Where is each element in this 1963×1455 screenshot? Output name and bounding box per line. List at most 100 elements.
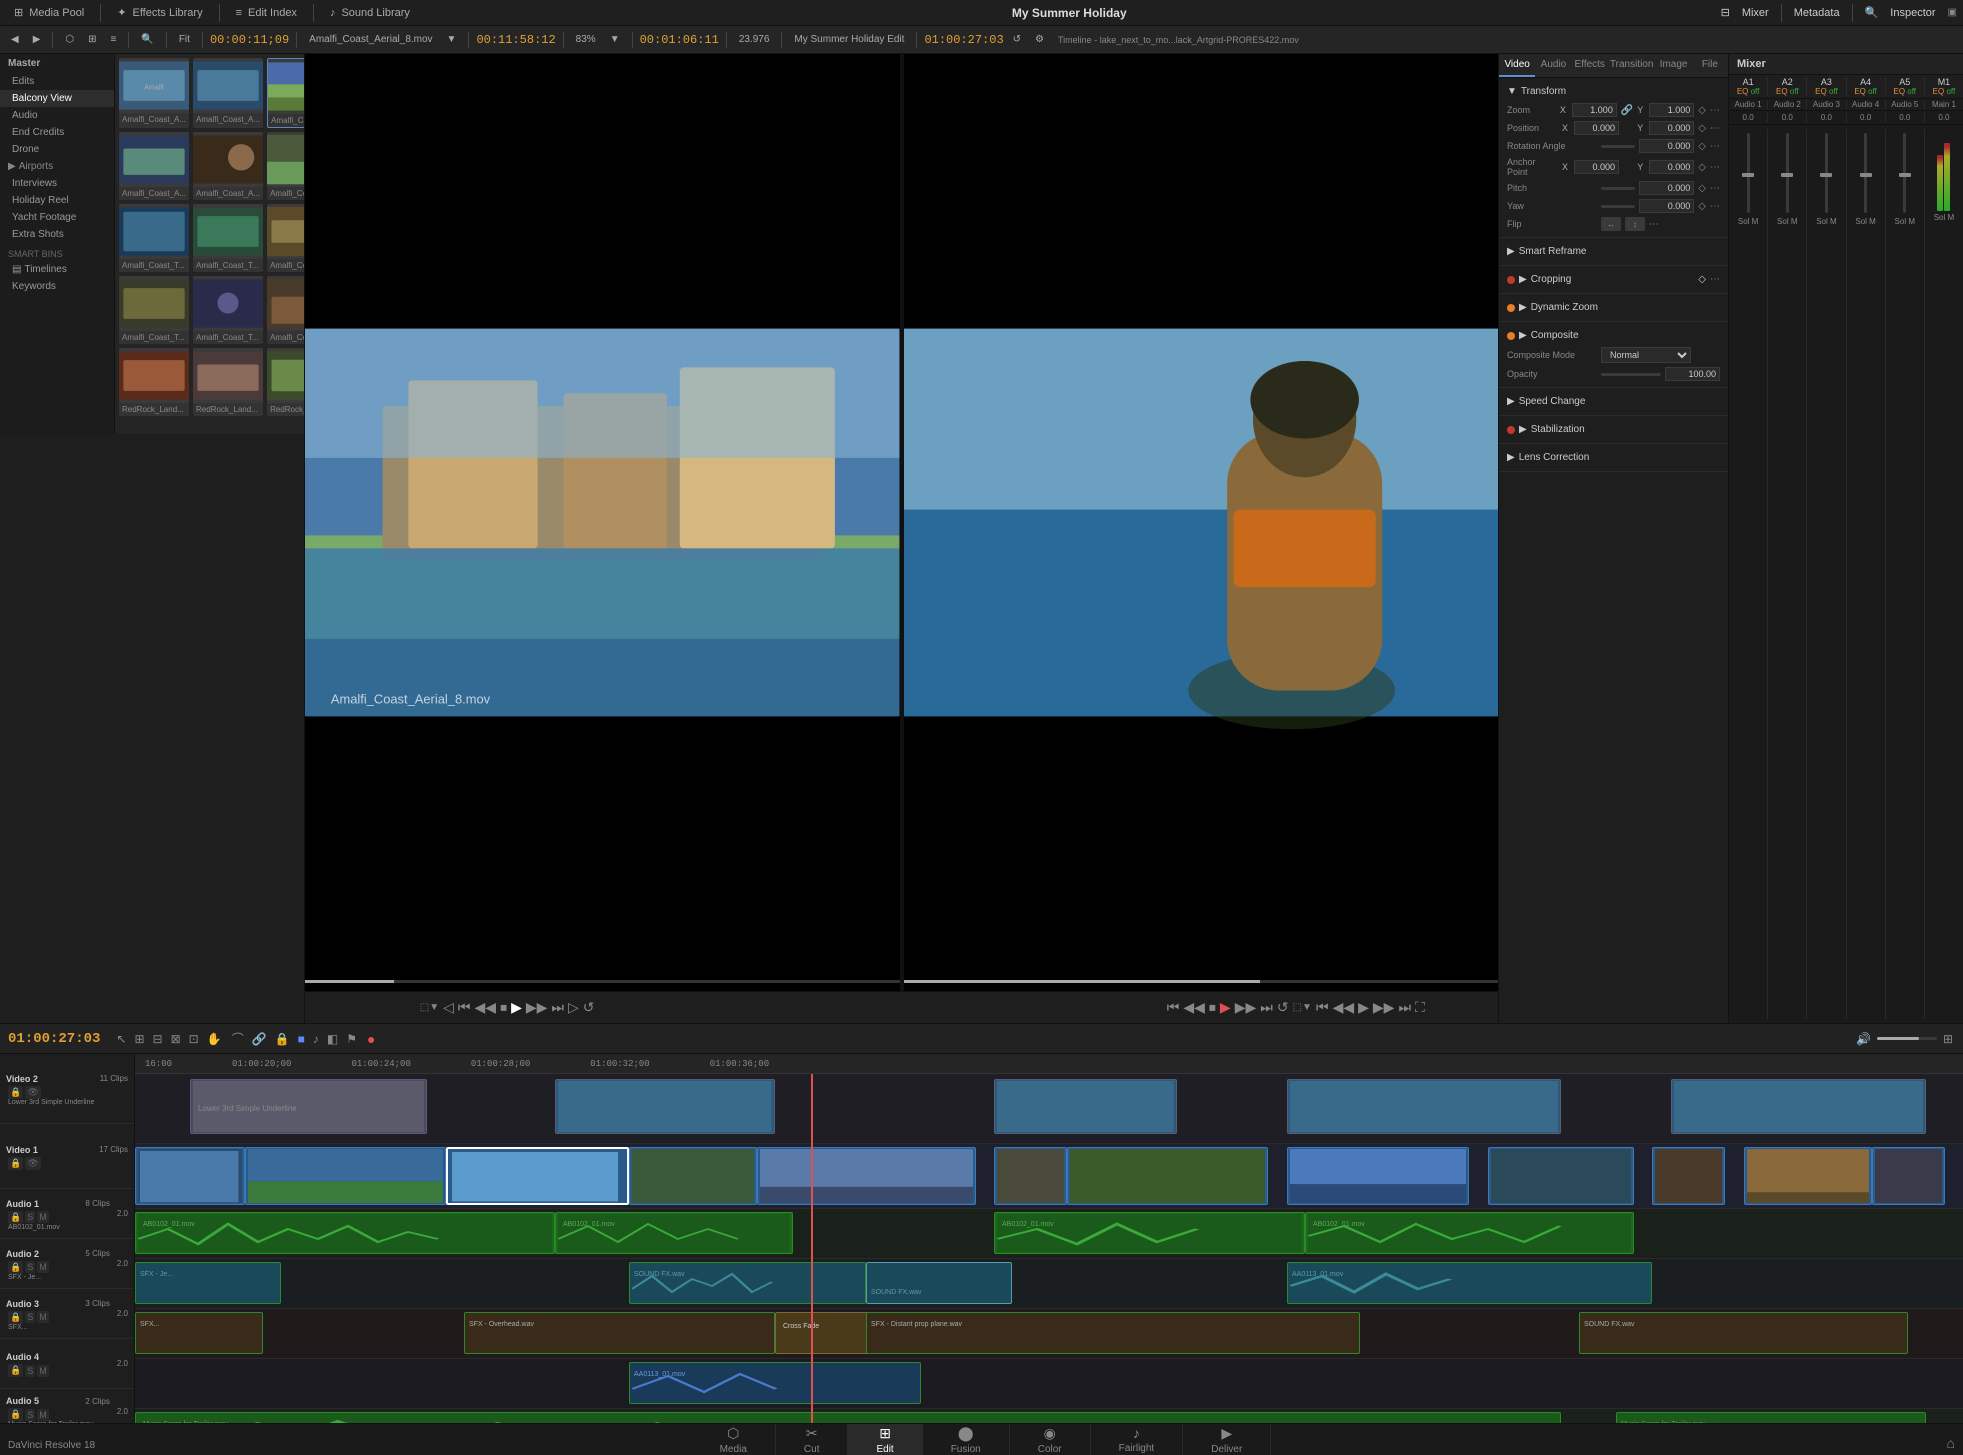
- pitch-anim-icon[interactable]: ⋯: [1710, 183, 1720, 194]
- pos-anim-icon[interactable]: ⋯: [1710, 123, 1720, 134]
- nav-item-media[interactable]: ⬡ Media: [692, 1424, 776, 1455]
- sidebar-item-holiday-reel[interactable]: Holiday Reel: [0, 192, 114, 209]
- program-prev-clip-btn[interactable]: ⏮: [1167, 999, 1180, 1016]
- toolbar-list-btn[interactable]: ≡: [106, 32, 122, 47]
- inspector-tab-transition[interactable]: Transition: [1608, 54, 1656, 77]
- source-rwd-btn[interactable]: ◀◀: [475, 999, 497, 1016]
- inspector-smart-reframe-header[interactable]: ▶ Smart Reframe: [1499, 242, 1728, 261]
- select-tool-btn[interactable]: ↖: [114, 1030, 128, 1048]
- source-stop-btn[interactable]: ⏹: [500, 999, 507, 1016]
- source-prev-btn[interactable]: ⏮: [458, 999, 471, 1016]
- edit-index-btn[interactable]: Edit Index: [248, 7, 297, 19]
- v1-clip-7[interactable]: [1067, 1147, 1268, 1205]
- volume-icon[interactable]: 🔊: [1854, 1030, 1873, 1048]
- v1-clip-2[interactable]: [245, 1147, 446, 1205]
- mixer-btn[interactable]: Mixer: [1742, 7, 1769, 19]
- pitch-slider[interactable]: [1601, 187, 1635, 190]
- anchor-x-input[interactable]: [1574, 160, 1619, 174]
- anchor-anim-icon[interactable]: ⋯: [1710, 162, 1720, 173]
- flip-anim-icon[interactable]: ⋯: [1649, 219, 1659, 230]
- media-thumb-4[interactable]: Amalfi_Coast_A...: [193, 132, 263, 200]
- a2-clip-4[interactable]: AA0113_01.mov: [1287, 1262, 1653, 1304]
- media-thumb-2[interactable]: Amalfi_Coast_A...: [267, 58, 304, 128]
- fader-track-a4[interactable]: [1864, 133, 1867, 213]
- inspector-transform-header[interactable]: ▼ Transform: [1499, 82, 1728, 101]
- a1-clip-4[interactable]: AB0102_01.mov: [1305, 1212, 1634, 1254]
- a2-mute-btn[interactable]: M: [37, 1261, 49, 1273]
- a4-lock-btn[interactable]: 🔒: [8, 1364, 23, 1377]
- rotation-keyframe-icon[interactable]: ◇: [1698, 141, 1706, 152]
- pos-x-input[interactable]: [1574, 121, 1619, 135]
- media-thumb-6[interactable]: Amalfi_Coast_T...: [119, 204, 189, 272]
- sidebar-group-master[interactable]: Master: [0, 54, 114, 73]
- a1-solo-btn[interactable]: S: [25, 1211, 35, 1223]
- nav-item-deliver[interactable]: ▶ Deliver: [1183, 1424, 1271, 1455]
- media-thumb-14[interactable]: RedRock_Land...: [267, 348, 304, 416]
- composite-mode-select[interactable]: Normal: [1601, 347, 1691, 363]
- toolbar-search-btn[interactable]: 🔍: [136, 32, 158, 47]
- source-fwd-btn[interactable]: ▶▶: [526, 999, 548, 1016]
- pos-y-input[interactable]: [1649, 121, 1694, 135]
- fader-track-a5[interactable]: [1903, 133, 1906, 213]
- nav-item-edit[interactable]: ⊞ Edit: [848, 1424, 922, 1455]
- source-mark-out-btn[interactable]: ▷: [568, 999, 579, 1016]
- media-thumb-3[interactable]: Amalfi_Coast_A...: [119, 132, 189, 200]
- toolbar-zoom[interactable]: 83%: [571, 32, 601, 47]
- a4-mute-btn[interactable]: M: [37, 1365, 49, 1377]
- v1-clip-8[interactable]: [1287, 1147, 1470, 1205]
- a2-clip-2[interactable]: SOUND FX.wav: [629, 1262, 867, 1304]
- media-thumb-9[interactable]: Amalfi_Coast_T...: [119, 276, 189, 344]
- a5-clip-1[interactable]: Music Score for Trailer.mov: [135, 1412, 1561, 1423]
- a1-clip-1[interactable]: AB0102_01.mov: [135, 1212, 555, 1254]
- cropping-anim-icon[interactable]: ⋯: [1710, 274, 1720, 285]
- opacity-slider[interactable]: [1601, 373, 1661, 376]
- color-mode-btn[interactable]: ■: [296, 1030, 307, 1048]
- source-play-btn[interactable]: ▶: [511, 999, 522, 1016]
- flip-h-btn[interactable]: ↔: [1601, 217, 1621, 231]
- audio-mode-btn[interactable]: ♪: [311, 1030, 321, 1048]
- media-thumb-5[interactable]: Amalfi_Coast_A...: [267, 132, 304, 200]
- program-rwd2-btn[interactable]: ◀◀: [1333, 999, 1355, 1016]
- sidebar-item-end-credits[interactable]: End Credits: [0, 124, 114, 141]
- inspector-stabilization-header[interactable]: ▶ Stabilization: [1499, 420, 1728, 439]
- v1-clip-12[interactable]: [1872, 1147, 1945, 1205]
- nav-item-color[interactable]: ◉ Color: [1010, 1424, 1091, 1455]
- v1-lock-btn[interactable]: 🔒: [8, 1157, 23, 1170]
- yaw-input[interactable]: [1639, 199, 1694, 213]
- sidebar-item-edits[interactable]: Edits: [0, 73, 114, 90]
- source-next-btn[interactable]: ⏭: [551, 999, 564, 1016]
- fader-track-a1[interactable]: [1747, 133, 1750, 213]
- media-thumb-10[interactable]: Amalfi_Coast_T...: [193, 276, 263, 344]
- sidebar-item-keywords[interactable]: Keywords: [0, 278, 114, 295]
- cropping-keyframe-icon[interactable]: ◇: [1698, 274, 1706, 285]
- inspector-tab-image[interactable]: Image: [1655, 54, 1691, 77]
- inspector-cropping-header[interactable]: ▶ Cropping ◇ ⋯: [1499, 270, 1728, 289]
- inspector-tab-video[interactable]: Video: [1499, 54, 1535, 77]
- sidebar-item-yacht[interactable]: Yacht Footage: [0, 209, 114, 226]
- hand-tool-btn[interactable]: ✋: [205, 1030, 224, 1048]
- sidebar-item-airports[interactable]: ▶ Airports: [0, 158, 114, 175]
- a5-lock-btn[interactable]: 🔒: [8, 1408, 23, 1421]
- source-monitor[interactable]: Amalfi_Coast_Aerial_8.mov: [305, 54, 900, 991]
- flip-v-btn[interactable]: ↕: [1625, 217, 1645, 231]
- media-thumb-13[interactable]: RedRock_Land...: [193, 348, 263, 416]
- program-fwd-btn[interactable]: ▶▶: [1235, 999, 1257, 1016]
- sidebar-item-timelines[interactable]: ▤ Timelines: [0, 261, 114, 278]
- toolbar-zoom-arrow[interactable]: ▼: [605, 32, 625, 47]
- opacity-input[interactable]: [1665, 367, 1720, 381]
- inspector-tab-effects[interactable]: Effects: [1572, 54, 1608, 77]
- program-fullscreen-btn[interactable]: ⛶: [1415, 999, 1425, 1016]
- zoom-y-input[interactable]: 1.000: [1649, 103, 1694, 117]
- a5-clip-2[interactable]: Music Score for Trailer.mov: [1616, 1412, 1927, 1423]
- v2-clip-5[interactable]: [1671, 1079, 1927, 1134]
- trim-tool-btn[interactable]: ⊞: [132, 1030, 146, 1048]
- lock-btn[interactable]: 🔒: [273, 1030, 292, 1048]
- rotation-input[interactable]: [1639, 139, 1694, 153]
- toolbar-fwd-btn[interactable]: ▶: [28, 32, 46, 47]
- playhead[interactable]: [811, 1074, 813, 1423]
- sidebar-item-interviews[interactable]: Interviews: [0, 175, 114, 192]
- a4-clip-1[interactable]: AA0113_01.mov: [629, 1362, 921, 1404]
- blade-tool-btn[interactable]: ⊠: [169, 1030, 183, 1048]
- fader-track-a2[interactable]: [1786, 133, 1789, 213]
- a1-clip-2[interactable]: AB0102_01.mov: [555, 1212, 793, 1254]
